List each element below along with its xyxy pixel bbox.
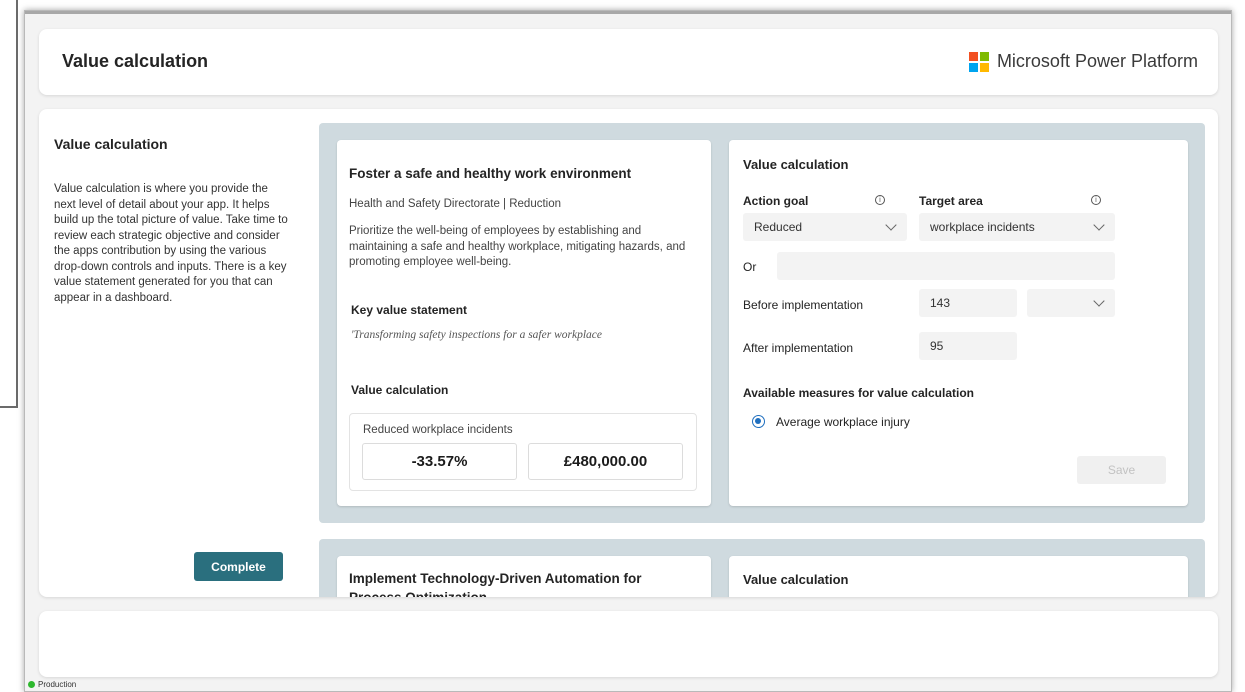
value-calculation-label: Value calculation bbox=[351, 383, 449, 397]
action-goal-dropdown[interactable]: Reduced bbox=[743, 213, 907, 241]
measure-option-label: Average workplace injury bbox=[776, 415, 910, 429]
result-amount: £480,000.00 bbox=[528, 443, 683, 480]
objective-section: Implement Technology-Driven Automation f… bbox=[319, 539, 1205, 597]
app-window: Value calculation Microsoft Power Platfo… bbox=[24, 10, 1232, 692]
header-card: Value calculation Microsoft Power Platfo… bbox=[39, 29, 1218, 95]
chevron-down-icon bbox=[1093, 295, 1105, 307]
key-value-statement: 'Transforming safety inspections for a s… bbox=[351, 329, 602, 341]
objective-card: Foster a safe and healthy work environme… bbox=[337, 140, 711, 506]
complete-button[interactable]: Complete bbox=[194, 552, 283, 581]
background-window bbox=[0, 0, 18, 408]
logo-square-yellow bbox=[979, 62, 989, 72]
logo-square-red bbox=[968, 51, 978, 61]
value-calculation-card: Value calculation Action goal i Target a… bbox=[729, 140, 1188, 506]
window-top-border bbox=[25, 11, 1231, 14]
unit-dropdown[interactable] bbox=[1027, 289, 1115, 317]
intro-description: Value calculation is where you provide t… bbox=[54, 183, 288, 304]
info-icon[interactable]: i bbox=[875, 195, 885, 205]
after-implementation-input[interactable]: 95 bbox=[919, 332, 1017, 360]
action-goal-label: Action goal bbox=[743, 194, 809, 208]
environment-badge: Production bbox=[28, 680, 76, 689]
after-implementation-label: After implementation bbox=[743, 341, 854, 355]
chevron-down-icon bbox=[1093, 219, 1105, 231]
objective-title: Implement Technology-Driven Automation f… bbox=[349, 571, 642, 597]
objective-title: Foster a safe and healthy work environme… bbox=[349, 166, 632, 181]
target-area-dropdown[interactable]: workplace incidents bbox=[919, 213, 1115, 241]
before-implementation-input[interactable]: 143 bbox=[919, 289, 1017, 317]
objective-card: Implement Technology-Driven Automation f… bbox=[337, 556, 711, 597]
main-card: Value calculation Value calculation is w… bbox=[39, 109, 1218, 597]
info-icon[interactable]: i bbox=[1091, 195, 1101, 205]
or-input[interactable] bbox=[777, 252, 1115, 280]
calc-title: Value calculation bbox=[743, 572, 849, 587]
status-dot-icon bbox=[28, 681, 35, 688]
brand: Microsoft Power Platform bbox=[968, 51, 1198, 72]
objective-description: Prioritize the well-being of employees b… bbox=[349, 225, 686, 268]
key-value-label: Key value statement bbox=[351, 303, 468, 317]
intro-title: Value calculation bbox=[54, 136, 168, 152]
objective-section: Foster a safe and healthy work environme… bbox=[319, 123, 1205, 523]
action-goal-value: Reduced bbox=[754, 220, 803, 234]
result-percent: -33.57% bbox=[362, 443, 517, 480]
chevron-down-icon bbox=[885, 219, 897, 231]
result-box: Reduced workplace incidents -33.57% £480… bbox=[349, 413, 697, 491]
before-implementation-label: Before implementation bbox=[743, 298, 864, 312]
or-label: Or bbox=[743, 260, 757, 274]
brand-name: Microsoft Power Platform bbox=[996, 51, 1198, 71]
environment-label: Production bbox=[38, 680, 77, 689]
objective-subtitle: Health and Safety Directorate | Reductio… bbox=[349, 198, 562, 210]
measures-label: Available measures for value calculation bbox=[743, 386, 974, 400]
value-calculation-card: Value calculation bbox=[729, 556, 1188, 597]
page-title: Value calculation bbox=[62, 51, 209, 71]
footer-card bbox=[39, 611, 1218, 677]
logo-square-green bbox=[979, 51, 989, 61]
measure-radio[interactable] bbox=[752, 415, 765, 428]
logo-square-blue bbox=[968, 62, 978, 72]
calc-title: Value calculation bbox=[743, 157, 849, 172]
save-button[interactable]: Save bbox=[1077, 456, 1166, 484]
microsoft-logo-icon bbox=[968, 51, 989, 72]
target-area-label: Target area bbox=[919, 194, 983, 208]
target-area-value: workplace incidents bbox=[930, 220, 1035, 234]
result-label: Reduced workplace incidents bbox=[363, 424, 513, 436]
screen: Value calculation Microsoft Power Platfo… bbox=[0, 0, 1245, 692]
